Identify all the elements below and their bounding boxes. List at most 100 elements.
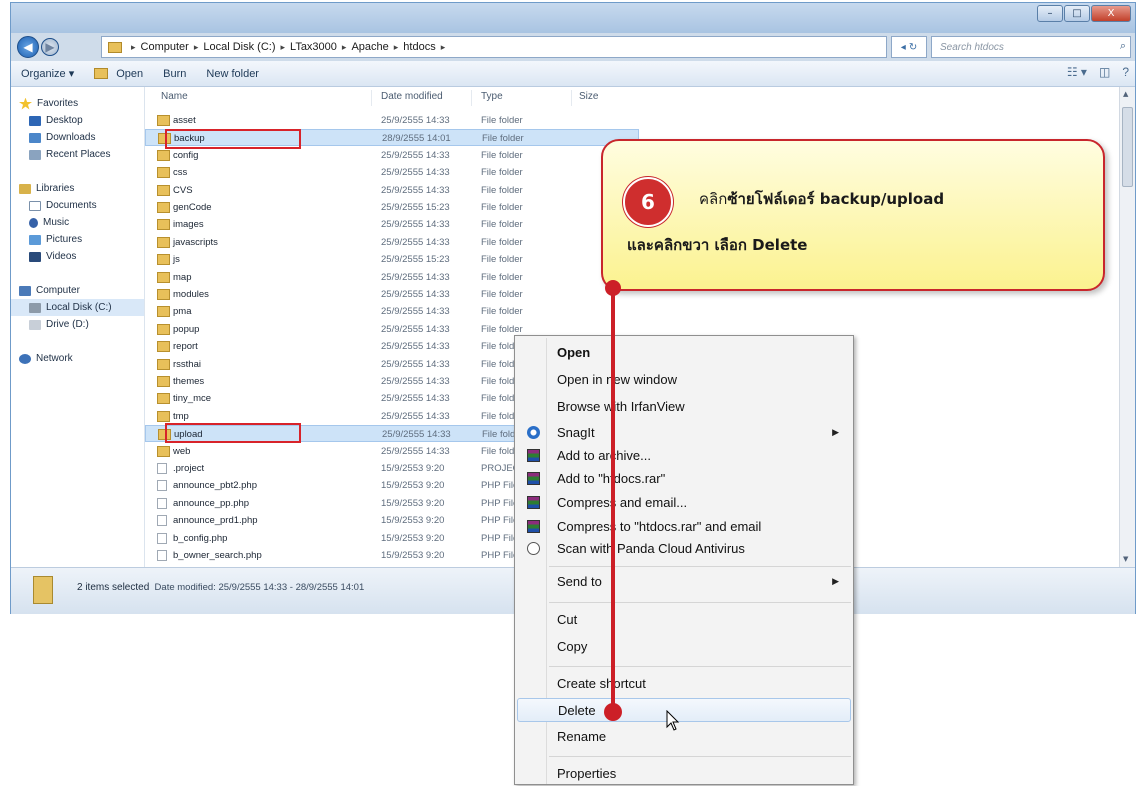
file-date: 15/9/2553 9:20 bbox=[381, 532, 445, 544]
search-input[interactable]: Search htdocs ⌕ bbox=[931, 36, 1131, 58]
table-row[interactable]: modules 25/9/2555 14:33 File folder bbox=[145, 286, 639, 303]
organize-button[interactable]: Organize ▾ bbox=[11, 67, 84, 80]
table-row[interactable]: css 25/9/2555 14:33 File folder bbox=[145, 164, 639, 181]
table-row[interactable]: asset 25/9/2555 14:33 File folder bbox=[145, 112, 639, 129]
sidebar-item-computer[interactable]: Computer bbox=[11, 282, 144, 299]
scroll-down-icon[interactable]: ▼ bbox=[1123, 555, 1128, 563]
refresh-button[interactable]: ◂ ↻ bbox=[891, 36, 927, 58]
scroll-up-icon[interactable]: ▲ bbox=[1123, 90, 1128, 98]
column-divider[interactable] bbox=[371, 90, 372, 106]
address-bar[interactable]: ▸ Computer ▸ Local Disk (C:) ▸ LTax3000 … bbox=[101, 36, 887, 58]
table-row[interactable]: map 25/9/2555 14:33 File folder bbox=[145, 269, 639, 286]
sidebar-item-music[interactable]: Music bbox=[11, 214, 144, 231]
menu-item-scan-panda[interactable]: Scan with Panda Cloud Antivirus bbox=[517, 537, 851, 561]
column-divider[interactable] bbox=[471, 90, 472, 106]
table-row[interactable]: javascripts 25/9/2555 14:33 File folder bbox=[145, 234, 639, 251]
forward-button[interactable]: ▶ bbox=[41, 38, 59, 56]
file-date: 15/9/2553 9:20 bbox=[381, 515, 445, 527]
navigation-bar: ◀ ▶ ▸ Computer ▸ Local Disk (C:) ▸ LTax3… bbox=[11, 33, 1135, 61]
file-icon bbox=[157, 497, 167, 509]
folder-icon bbox=[157, 376, 170, 387]
column-header-name[interactable]: Name bbox=[161, 91, 188, 105]
new-folder-button[interactable]: New folder bbox=[196, 68, 269, 80]
folder-icon bbox=[157, 271, 170, 283]
help-icon[interactable]: ? bbox=[1122, 65, 1129, 79]
menu-item-rename[interactable]: Rename bbox=[517, 725, 851, 749]
chevron-right-icon: ▸ bbox=[341, 41, 347, 52]
sidebar-item-favorites[interactable]: Favorites bbox=[11, 95, 144, 112]
sidebar-item-recent[interactable]: Recent Places bbox=[11, 146, 144, 163]
step-number-badge: 6 bbox=[623, 177, 673, 227]
file-type: File folder bbox=[481, 149, 523, 161]
file-name: modules bbox=[173, 289, 209, 300]
menu-item-browse-irfanview[interactable]: Browse with IrfanView bbox=[517, 395, 851, 419]
sidebar-item-drive-d[interactable]: Drive (D:) bbox=[11, 316, 144, 333]
search-icon[interactable]: ⌕ bbox=[1120, 40, 1126, 53]
preview-pane-icon[interactable]: ◫ bbox=[1099, 65, 1110, 79]
table-row[interactable]: CVS 25/9/2555 14:33 File folder bbox=[145, 182, 639, 199]
panda-antivirus-icon bbox=[527, 542, 540, 555]
column-header-date[interactable]: Date modified bbox=[381, 91, 443, 105]
sidebar-item-local-disk[interactable]: Local Disk (C:) bbox=[11, 299, 144, 316]
column-divider[interactable] bbox=[571, 90, 572, 106]
table-row[interactable]: images 25/9/2555 14:33 File folder bbox=[145, 216, 639, 233]
table-row[interactable]: js 25/9/2555 15:23 File folder bbox=[145, 251, 639, 268]
file-type: File folder bbox=[481, 323, 523, 335]
column-header-type[interactable]: Type bbox=[481, 91, 503, 105]
menu-item-label: Compress and email... bbox=[557, 495, 688, 510]
menu-item-snagit[interactable]: SnagIt ▶ bbox=[517, 421, 851, 445]
menu-item-label: Properties bbox=[557, 766, 617, 781]
sidebar-item-desktop[interactable]: Desktop bbox=[11, 112, 144, 129]
menu-item-compress-email[interactable]: Compress and email... bbox=[517, 491, 851, 515]
column-header-size[interactable]: Size bbox=[579, 91, 598, 105]
breadcrumb-apache[interactable]: Apache bbox=[351, 41, 388, 53]
file-date: 25/9/2555 14:33 bbox=[381, 323, 450, 335]
breadcrumb-htdocs[interactable]: htdocs bbox=[403, 41, 435, 53]
sidebar-item-documents[interactable]: Documents bbox=[11, 197, 144, 214]
open-button[interactable]: Open bbox=[84, 68, 153, 80]
view-options-icon[interactable]: ☷ ▾ bbox=[1067, 65, 1087, 79]
burn-button[interactable]: Burn bbox=[153, 68, 196, 80]
status-text: 2 items selected Date modified: 25/9/255… bbox=[77, 582, 364, 593]
sidebar-item-label: Libraries bbox=[36, 183, 75, 194]
selection-count: 2 items selected bbox=[77, 582, 150, 593]
sidebar-item-pictures[interactable]: Pictures bbox=[11, 231, 144, 248]
breadcrumb-ltax3000[interactable]: LTax3000 bbox=[290, 41, 337, 53]
menu-item-copy[interactable]: Copy bbox=[517, 635, 851, 659]
breadcrumb-local-disk[interactable]: Local Disk (C:) bbox=[203, 41, 275, 53]
file-date: 25/9/2555 14:33 bbox=[381, 445, 450, 457]
menu-item-cut[interactable]: Cut bbox=[517, 608, 851, 632]
menu-item-create-shortcut[interactable]: Create shortcut bbox=[517, 672, 851, 696]
menu-item-properties[interactable]: Properties bbox=[517, 762, 851, 786]
menu-item-open-new-window[interactable]: Open in new window bbox=[517, 368, 851, 392]
minimize-button[interactable]: – bbox=[1037, 5, 1063, 22]
menu-item-delete[interactable]: Delete bbox=[517, 698, 851, 722]
menu-item-open[interactable]: Open bbox=[517, 341, 851, 365]
sidebar-item-downloads[interactable]: Downloads bbox=[11, 129, 144, 146]
file-type: File folder bbox=[481, 254, 523, 266]
table-row[interactable]: genCode 25/9/2555 15:23 File folder bbox=[145, 199, 639, 216]
vertical-scrollbar[interactable]: ▲ ▼ bbox=[1119, 87, 1135, 567]
file-type: File folder bbox=[481, 289, 523, 300]
folder-icon bbox=[157, 167, 170, 179]
menu-item-label: Open in new window bbox=[557, 372, 677, 387]
table-row[interactable]: config 25/9/2555 14:33 File folder bbox=[145, 147, 639, 164]
menu-item-compress-htdocs-email[interactable]: Compress to "htdocs.rar" and email bbox=[517, 515, 851, 539]
close-button[interactable]: X bbox=[1091, 5, 1131, 22]
table-row[interactable]: pma 25/9/2555 14:33 File folder bbox=[145, 303, 639, 320]
breadcrumb-computer[interactable]: Computer bbox=[141, 41, 189, 53]
file-date: 25/9/2555 14:33 bbox=[381, 271, 450, 283]
sidebar-item-network[interactable]: Network bbox=[11, 350, 144, 367]
maximize-button[interactable]: □ bbox=[1064, 5, 1090, 22]
sidebar-item-videos[interactable]: Videos bbox=[11, 248, 144, 265]
file-date: 15/9/2553 9:20 bbox=[381, 463, 445, 474]
back-button[interactable]: ◀ bbox=[17, 36, 39, 58]
menu-item-add-to-htdocs-rar[interactable]: Add to "htdocs.rar" bbox=[517, 467, 851, 491]
scrollbar-thumb[interactable] bbox=[1122, 107, 1133, 187]
file-type: File folder bbox=[481, 236, 523, 248]
file-date: 25/9/2555 14:33 bbox=[381, 184, 450, 196]
menu-item-send-to[interactable]: Send to ▶ bbox=[517, 570, 851, 594]
menu-item-add-to-archive[interactable]: Add to archive... bbox=[517, 444, 851, 468]
sidebar-item-libraries[interactable]: Libraries bbox=[11, 180, 144, 197]
folder-icon bbox=[157, 393, 170, 405]
